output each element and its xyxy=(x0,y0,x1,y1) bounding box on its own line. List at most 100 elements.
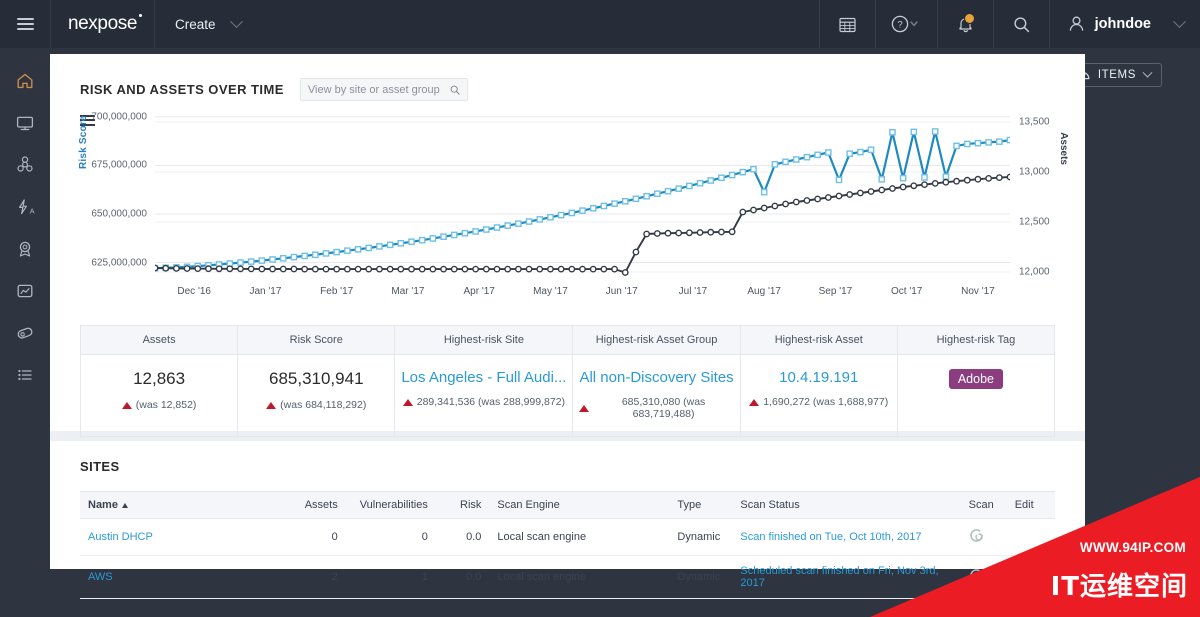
chart-data-point xyxy=(825,149,832,156)
view-by-search-box[interactable] xyxy=(299,78,468,101)
site-scan-status-cell-link[interactable]: Scan finished on Tue, Oct 10th, 2017 xyxy=(740,531,921,543)
summary-column-body: 685,310,941 (was 684,118,292) xyxy=(238,355,394,427)
site-scan-status-cell-link[interactable]: Scheduled scan finished on Fri, Nov 3rd,… xyxy=(740,565,938,589)
site-scan-action-cell[interactable] xyxy=(960,518,1007,556)
chart-data-point xyxy=(579,207,586,214)
site-name-cell-link[interactable]: AWS xyxy=(88,571,113,583)
sidebar-item-vulnerabilities[interactable] xyxy=(0,144,50,186)
sidebar-item-exploits[interactable]: A xyxy=(0,186,50,228)
sites-column-header[interactable]: Vulnerabilities xyxy=(345,491,436,519)
chart-data-point xyxy=(386,241,394,249)
chart-data-point xyxy=(942,178,950,186)
chart-data-point xyxy=(760,204,768,212)
site-edit-action-cell[interactable] xyxy=(1006,518,1055,556)
lightning-a-icon: A xyxy=(19,199,35,215)
sites-column-header[interactable]: Assets xyxy=(267,491,346,519)
site-name-cell[interactable]: Austin DHCP xyxy=(80,518,268,556)
summary-value-link[interactable]: All non-Discovery Sites xyxy=(579,369,733,386)
summary-value-link[interactable]: Los Angeles - Full Audi... xyxy=(401,369,566,386)
chart-data-point xyxy=(835,176,843,184)
scan-start-icon[interactable] xyxy=(969,528,984,546)
site-scan-status-cell[interactable]: Scheduled scan finished on Fri, Nov 3rd,… xyxy=(732,555,961,599)
calendar-icon-button[interactable] xyxy=(818,0,875,48)
chart-y2-axis-label: Assets xyxy=(1058,132,1069,165)
avatar-icon xyxy=(1069,16,1083,31)
help-icon-button[interactable]: ? xyxy=(874,0,937,48)
hamburger-menu-icon[interactable] xyxy=(0,0,50,48)
table-row[interactable]: AWS 2 1 0.0 Local scan engine Dynamic Schedule… xyxy=(80,555,1055,599)
summary-column: Highest-risk Asset Group All non-Discover… xyxy=(573,326,741,436)
chart-data-point xyxy=(814,151,821,159)
chart-y-tick-label: 625,000,000 xyxy=(91,257,147,269)
sidebar-item-policies[interactable] xyxy=(0,228,50,270)
chart-data-point xyxy=(696,229,704,236)
chart-data-point xyxy=(857,148,864,156)
site-scan-action-cell[interactable] xyxy=(960,555,1007,599)
summary-value-link[interactable]: 10.4.19.191 xyxy=(747,369,891,386)
chart-data-point xyxy=(654,190,661,198)
items-chevron-down-icon xyxy=(1142,67,1153,78)
summary-column-body: All non-Discovery Sites 685,310,080 (was … xyxy=(573,355,739,436)
chart-data-point xyxy=(1006,173,1014,181)
sites-column-header[interactable]: Type xyxy=(669,491,733,519)
chart-data-point xyxy=(194,265,202,273)
brand-logo[interactable]: nexpose xyxy=(50,0,155,48)
sites-column-header[interactable]: Scan Engine xyxy=(489,491,670,519)
site-type-cell: Dynamic xyxy=(669,555,733,599)
chart-data-point xyxy=(472,265,480,273)
trend-up-icon xyxy=(402,398,413,406)
chart-data-point xyxy=(525,265,533,273)
sidebar-item-assets[interactable] xyxy=(0,102,50,144)
sites-column-header[interactable]: Risk xyxy=(435,491,490,519)
search-icon-button[interactable] xyxy=(992,0,1049,48)
chart-data-point xyxy=(899,183,907,191)
chart-y2-tick-label: 13,500 xyxy=(1019,116,1050,128)
monitor-icon xyxy=(16,116,34,131)
view-by-search-input[interactable] xyxy=(307,83,450,96)
user-menu[interactable]: johndoe xyxy=(1048,0,1200,48)
summary-metrics-table: Assets 12,863 (was 12,852) Risk Score 685,31… xyxy=(80,325,1055,437)
scan-start-icon[interactable] xyxy=(969,568,984,586)
table-row[interactable]: Austin DHCP 0 0 0.0 Local scan engine Dynamic… xyxy=(80,518,1055,556)
chart-data-point xyxy=(589,205,597,212)
summary-subtext-label: 685,310,080 (was 683,719,488) xyxy=(621,396,706,420)
notification-bell-button[interactable] xyxy=(936,0,993,48)
sites-column-header[interactable]: Name xyxy=(80,491,268,519)
sidebar-item-home[interactable] xyxy=(0,60,50,102)
create-menu-button[interactable]: Create xyxy=(155,0,261,48)
chart-data-point xyxy=(686,182,693,190)
sites-table-header-row: Name Assets Vulnerabilities Risk Scan Engine… xyxy=(80,491,1055,519)
sidebar-item-reports[interactable] xyxy=(0,270,50,312)
chart-data-point xyxy=(354,246,362,253)
summary-subtext: 685,310,080 (was 683,719,488) xyxy=(579,396,733,420)
sites-column-header[interactable]: Edit xyxy=(1006,491,1055,519)
summary-column-header: Highest-risk Asset xyxy=(740,326,897,355)
chart-data-point xyxy=(910,128,918,136)
home-icon xyxy=(17,73,33,89)
chart-data-point xyxy=(600,265,608,273)
chart-x-tick-label: Jun '17 xyxy=(605,286,638,297)
chart-data-point xyxy=(782,200,789,208)
site-assets-cell: 2 xyxy=(267,555,346,599)
site-scan-status-cell[interactable]: Scan finished on Tue, Oct 10th, 2017 xyxy=(732,518,961,556)
sort-ascending-icon xyxy=(121,503,128,508)
chart-data-point xyxy=(386,265,394,273)
hamburger-icon xyxy=(16,15,34,33)
status-badge[interactable]: Adobe xyxy=(948,369,1003,389)
sites-column-label: Edit xyxy=(1014,499,1034,511)
chart-data-point xyxy=(290,253,298,261)
chart-data-point xyxy=(621,269,629,276)
summary-column: Risk Score 685,310,941 (was 684,118,292) xyxy=(238,326,396,436)
sidebar-item-tickets[interactable] xyxy=(0,312,50,354)
chart-data-point xyxy=(279,265,287,273)
sites-column-header[interactable]: Scan Status xyxy=(732,491,961,519)
site-name-cell-link[interactable]: Austin DHCP xyxy=(88,531,153,543)
summary-subtext: (was 12,852) xyxy=(87,399,231,411)
sidebar-item-administration[interactable] xyxy=(0,354,50,396)
site-name-cell[interactable]: AWS xyxy=(80,555,268,599)
chart-data-point xyxy=(376,243,383,250)
site-edit-action-cell[interactable] xyxy=(1006,555,1055,599)
chart-data-point xyxy=(643,192,650,200)
sites-table: Name Assets Vulnerabilities Risk Scan Engine… xyxy=(80,491,1055,599)
sites-column-header[interactable]: Scan xyxy=(960,491,1007,519)
